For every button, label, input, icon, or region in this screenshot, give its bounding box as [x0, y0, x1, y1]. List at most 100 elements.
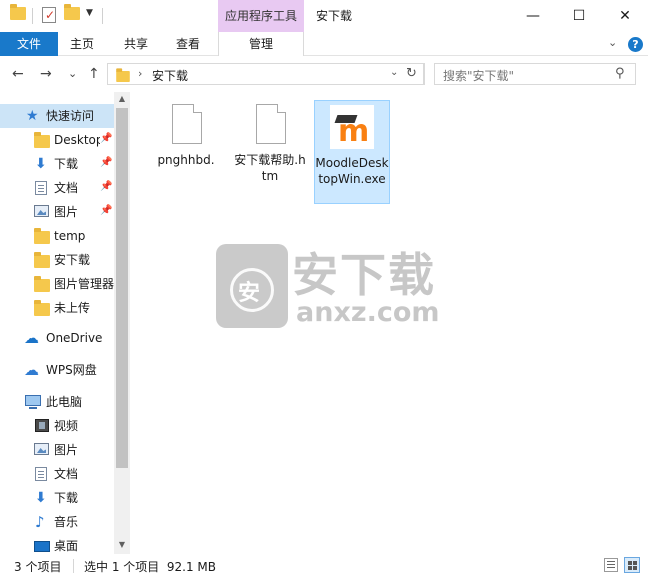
folder-icon	[34, 300, 50, 317]
sidebar-item-desktop[interactable]: Desktop 📌	[0, 128, 114, 152]
sidebar-item-label: WPS网盘	[46, 363, 97, 377]
title-bar: ✓ ▼ 应用程序工具 安下载 — ☐ ✕	[0, 0, 648, 32]
sidebar-item-label: 桌面	[54, 539, 79, 553]
navigation-scrollbar[interactable]: ▲ ▼	[114, 92, 130, 554]
sidebar-item-quick-access[interactable]: ★ 快速访问	[0, 104, 114, 128]
sidebar-item-label: OneDrive	[46, 331, 103, 345]
sidebar-item-this-pc[interactable]: 此电脑	[0, 390, 114, 414]
sidebar-item-pc-documents[interactable]: 文档	[0, 462, 114, 486]
computer-icon	[25, 395, 41, 409]
file-item-moodle-exe[interactable]: m MoodleDesktopWin.exe	[314, 100, 390, 204]
watermark-domain: anxz.com	[296, 297, 440, 328]
new-folder-icon[interactable]	[64, 4, 80, 20]
breadcrumb[interactable]: 安下载	[152, 67, 188, 84]
navigation-pane: ★ 快速访问 Desktop 📌 ⬇ 下载 📌 文档 📌 图片 📌 temp 安…	[0, 92, 130, 554]
file-name: pnghhbd.	[157, 153, 215, 167]
folder-icon	[34, 252, 50, 269]
music-icon: ♪	[35, 513, 45, 531]
sidebar-item-label: 下载	[54, 157, 79, 171]
sidebar-item-pc-downloads[interactable]: ⬇ 下载	[0, 486, 114, 510]
scroll-up-icon[interactable]: ▲	[114, 94, 130, 103]
sidebar-item-label: 图片	[54, 443, 79, 457]
tab-view[interactable]: 查看	[168, 32, 208, 56]
file-name: 安下载帮助.htm	[234, 153, 306, 183]
document-icon	[35, 181, 51, 195]
scroll-down-icon[interactable]: ▼	[114, 540, 130, 549]
sidebar-item-label: 文档	[54, 467, 79, 481]
expand-ribbon-icon[interactable]: ⌄	[608, 36, 617, 49]
download-icon: ⬇	[35, 490, 47, 506]
search-icon[interactable]: ⚲	[615, 66, 625, 81]
pin-icon[interactable]: 📌	[100, 205, 112, 216]
search-input[interactable]: 搜索"安下载" ⚲	[434, 63, 636, 85]
separator	[102, 8, 103, 24]
sidebar-item-documents[interactable]: 文档 📌	[0, 176, 114, 200]
folder-icon[interactable]	[10, 4, 26, 20]
forward-button[interactable]: →	[40, 65, 52, 83]
help-icon[interactable]: ?	[628, 37, 643, 52]
address-dropdown-icon[interactable]: ⌄	[390, 67, 398, 78]
watermark-badge-char: 安	[238, 281, 261, 306]
sidebar-item-onedrive[interactable]: ☁ OneDrive	[0, 326, 114, 350]
sidebar-item-label: temp	[54, 229, 86, 243]
separator	[73, 559, 74, 573]
picture-icon	[34, 205, 50, 219]
sidebar-item-label: 图片管理器	[54, 277, 114, 291]
sidebar-item-label: 下载	[54, 491, 79, 505]
watermark: 安 安下载 anxz.com	[216, 244, 440, 330]
wps-cloud-icon: ☁	[24, 361, 39, 379]
sidebar-item-label: 此电脑	[46, 395, 83, 409]
refresh-button[interactable]: ↻	[400, 63, 424, 85]
tab-share[interactable]: 共享	[116, 32, 156, 56]
up-button[interactable]: ↑	[88, 65, 100, 83]
quick-access-toolbar-dropdown[interactable]: ▼	[86, 8, 93, 18]
pin-icon[interactable]: 📌	[100, 157, 112, 168]
ribbon-tabs: 文件 主页 共享 查看 管理 ⌄ ?	[0, 32, 648, 57]
sidebar-item-downloads[interactable]: ⬇ 下载 📌	[0, 152, 114, 176]
sidebar-item-temp[interactable]: temp	[0, 224, 114, 248]
file-item-pnghhbd[interactable]: pnghhbd.	[148, 100, 224, 168]
selection-info: 选中 1 个项目 92.1 MB	[84, 560, 217, 574]
sidebar-item-pictures[interactable]: 图片 📌	[0, 200, 114, 224]
sidebar-item-label: 音乐	[54, 515, 79, 529]
context-tab-group-label: 应用程序工具	[218, 0, 304, 32]
sidebar-item-label: Desktop	[54, 133, 100, 147]
separator	[32, 8, 33, 24]
navigation-bar: ← → ⌄ ↑ › 安下载 ⌄ ↻ 搜索"安下载" ⚲	[0, 56, 648, 92]
properties-icon[interactable]: ✓	[42, 7, 56, 23]
tab-manage[interactable]: 管理	[218, 32, 304, 57]
sidebar-item-videos[interactable]: 视频	[0, 414, 114, 438]
pin-icon[interactable]: 📌	[100, 181, 112, 192]
video-icon	[35, 419, 51, 433]
window-title: 安下载	[316, 9, 353, 23]
sidebar-item-anxiazai[interactable]: 安下载	[0, 248, 114, 272]
scrollbar-thumb[interactable]	[116, 108, 128, 468]
address-bar[interactable]: › 安下载 ⌄	[107, 63, 425, 85]
search-placeholder: 搜索"安下载"	[443, 69, 515, 83]
sidebar-item-pc-pictures[interactable]: 图片	[0, 438, 114, 462]
sidebar-item-label: 文档	[54, 181, 79, 195]
folder-icon	[34, 132, 50, 149]
chevron-right-icon[interactable]: ›	[138, 67, 142, 80]
sidebar-item-wps-cloud[interactable]: ☁ WPS网盘	[0, 358, 114, 382]
status-bar: 3 个项目 选中 1 个项目 92.1 MB	[0, 554, 648, 577]
star-icon: ★	[26, 108, 39, 124]
close-button[interactable]: ✕	[602, 0, 648, 32]
file-name: MoodleDesktopWin.exe	[315, 156, 389, 186]
sidebar-item-picture-manager[interactable]: 图片管理器	[0, 272, 114, 296]
file-item-help-htm[interactable]: 安下载帮助.htm	[232, 100, 308, 184]
maximize-button[interactable]: ☐	[556, 0, 602, 32]
back-button[interactable]: ←	[12, 65, 24, 83]
tab-file[interactable]: 文件	[0, 32, 58, 56]
tab-home[interactable]: 主页	[62, 32, 102, 56]
large-icons-view-icon[interactable]	[624, 557, 640, 573]
sidebar-item-music[interactable]: ♪ 音乐	[0, 510, 114, 534]
details-view-icon[interactable]	[604, 558, 618, 572]
sidebar-item-desktop-pc[interactable]: 桌面	[0, 534, 114, 554]
sidebar-item-not-uploaded[interactable]: 未上传	[0, 296, 114, 320]
blank-file-icon	[162, 100, 210, 152]
pin-icon[interactable]: 📌	[100, 133, 112, 144]
minimize-button[interactable]: —	[510, 0, 556, 32]
picture-icon	[34, 443, 50, 457]
recent-locations-button[interactable]: ⌄	[68, 65, 77, 83]
